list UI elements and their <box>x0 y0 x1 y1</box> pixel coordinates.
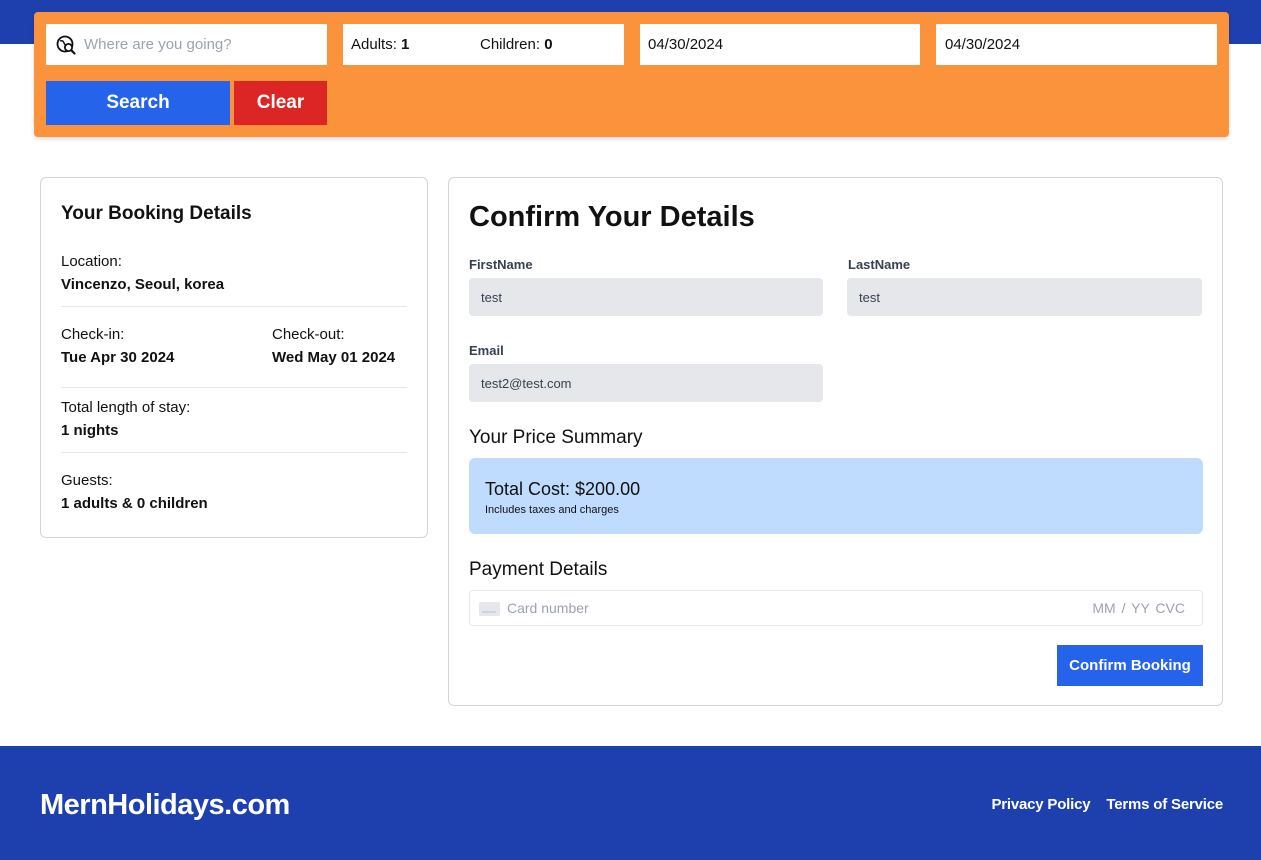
price-summary-box: Total Cost: $200.00 Includes taxes and c… <box>469 458 1203 534</box>
children-value: 0 <box>544 36 553 53</box>
credit-card-icon <box>479 602 500 616</box>
confirm-title: Confirm Your Details <box>469 201 755 233</box>
stay-length-section: Total length of stay: 1 nights <box>61 399 407 439</box>
last-name-value: test <box>859 289 880 305</box>
adults-counter[interactable]: Adults: 1 <box>351 36 480 53</box>
check-in-date-value: 04/30/2024 <box>648 36 724 53</box>
first-name-label: FirstName <box>469 257 533 272</box>
check-out-label: Check-out: <box>272 326 345 343</box>
check-in-value: Tue Apr 30 2024 <box>61 349 175 366</box>
stay-length-value: 1 nights <box>61 422 119 439</box>
guests-section: Guests: 1 adults & 0 children <box>61 472 407 512</box>
children-label: Children: <box>480 36 541 53</box>
search-bar: Adults: 1 Children: 0 04/30/2024 04/30/2… <box>34 12 1229 137</box>
expiry-cvc-placeholder: MM / YY CVC <box>1092 600 1185 616</box>
divider <box>61 387 407 388</box>
adults-label: Adults: <box>351 36 397 53</box>
terms-of-service-link[interactable]: Terms of Service <box>1106 796 1223 813</box>
first-name-input[interactable]: test <box>469 278 823 316</box>
card-input[interactable]: Card number MM / YY CVC <box>469 590 1203 626</box>
confirm-details-card: Confirm Your Details FirstName test Last… <box>448 177 1223 706</box>
check-out-section: Check-out: Wed May 01 2024 <box>272 326 395 366</box>
check-out-value: Wed May 01 2024 <box>272 349 396 366</box>
check-in-label: Check-in: <box>61 326 125 343</box>
last-name-input[interactable]: test <box>847 278 1202 316</box>
price-note: Includes taxes and charges <box>485 504 619 516</box>
adults-value: 1 <box>401 36 410 53</box>
guests-value: 1 adults & 0 children <box>61 495 208 512</box>
footer: MernHolidays.com Privacy Policy Terms of… <box>0 746 1261 860</box>
first-name-value: test <box>481 289 502 305</box>
booking-details-card: Your Booking Details Location: Vincenzo,… <box>40 177 428 538</box>
location-section: Location: Vincenzo, Seoul, korea <box>61 253 407 293</box>
payment-details-title: Payment Details <box>469 559 608 580</box>
guests-field[interactable]: Adults: 1 Children: 0 <box>343 24 624 65</box>
footer-links: Privacy Policy Terms of Service <box>991 796 1223 813</box>
footer-logo: MernHolidays.com <box>40 789 290 821</box>
destination-input[interactable] <box>84 36 314 53</box>
check-in-section: Check-in: Tue Apr 30 2024 <box>61 326 174 366</box>
location-label: Location: <box>61 253 122 270</box>
price-summary-title: Your Price Summary <box>469 427 643 448</box>
children-counter[interactable]: Children: 0 <box>480 36 553 53</box>
location-value: Vincenzo, Seoul, korea <box>61 276 225 293</box>
dates-section: Check-in: Tue Apr 30 2024 Check-out: Wed… <box>61 326 407 371</box>
guests-label: Guests: <box>61 472 113 489</box>
check-out-date-input[interactable]: 04/30/2024 <box>936 24 1217 65</box>
email-label: Email <box>469 343 504 358</box>
clear-button[interactable]: Clear <box>234 81 327 125</box>
email-value: test2@test.com <box>481 375 572 391</box>
booking-details-title: Your Booking Details <box>61 203 252 224</box>
check-out-date-value: 04/30/2024 <box>945 36 1021 53</box>
last-name-label: LastName <box>848 257 911 272</box>
search-button[interactable]: Search <box>46 81 230 125</box>
confirm-booking-button[interactable]: Confirm Booking <box>1057 645 1203 686</box>
check-in-date-input[interactable]: 04/30/2024 <box>640 24 920 65</box>
divider <box>61 452 407 453</box>
total-cost: Total Cost: $200.00 <box>485 479 641 499</box>
stay-length-label: Total length of stay: <box>61 399 191 416</box>
card-number-placeholder: Card number <box>507 600 589 616</box>
divider <box>61 306 407 307</box>
email-input[interactable]: test2@test.com <box>469 364 823 402</box>
map-search-icon <box>56 35 76 55</box>
privacy-policy-link[interactable]: Privacy Policy <box>991 796 1090 813</box>
destination-field[interactable] <box>46 24 327 65</box>
